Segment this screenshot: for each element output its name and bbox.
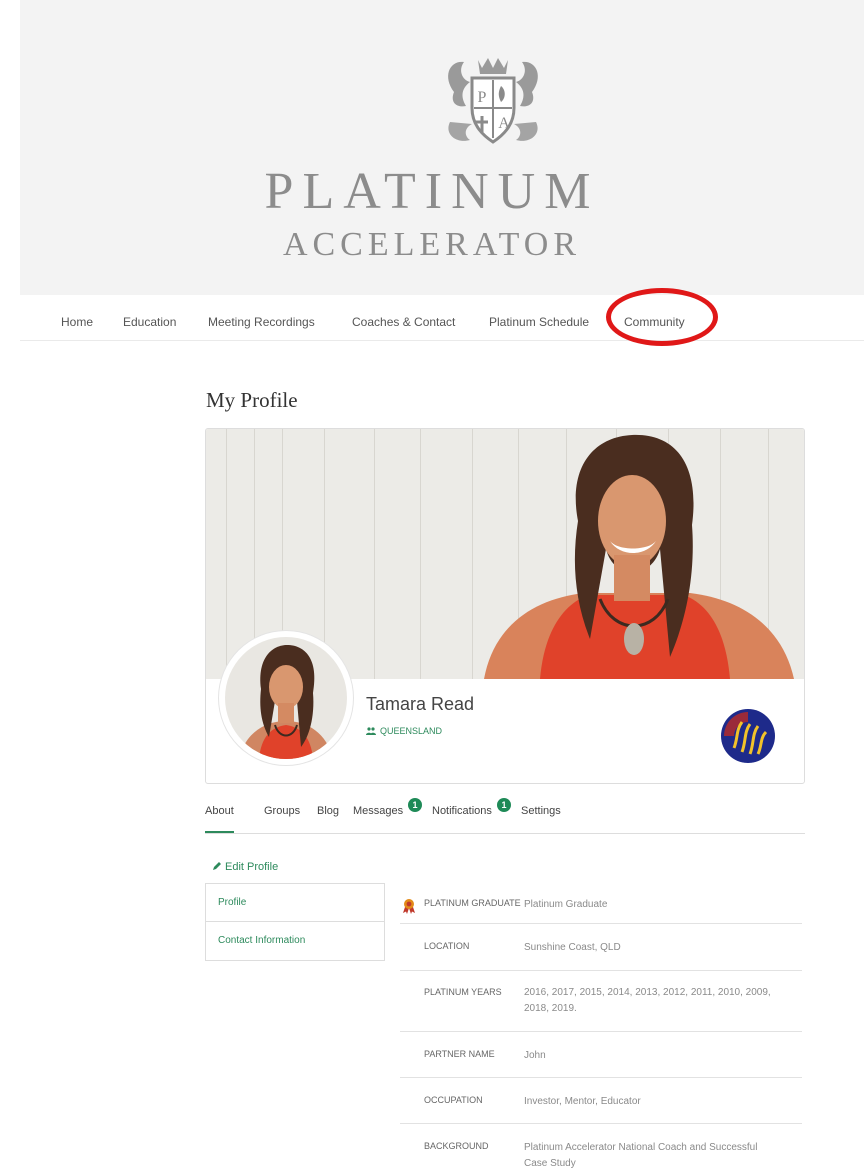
nav-platinum-schedule[interactable]: Platinum Schedule [489,315,589,329]
field-label: PARTNER NAME [424,1049,495,1059]
edit-profile-label: Edit Profile [225,861,279,873]
field-value: 2016, 2017, 2015, 2014, 2013, 2012, 2011… [524,987,771,1014]
side-item-contact-information[interactable]: Contact Information [206,922,384,960]
field-value: Platinum Graduate [524,899,608,910]
avatar[interactable] [219,631,353,765]
users-icon [366,727,376,735]
field-label: BACKGROUND [424,1141,489,1151]
field-label: PLATINUM YEARS [424,987,502,997]
table-row: LOCATION Sunshine Coast, QLD [400,924,802,971]
tab-settings[interactable]: Settings [521,805,561,817]
table-row: PARTNER NAME John [400,1032,802,1078]
table-row: OCCUPATION Investor, Mentor, Educator [400,1078,802,1124]
nav-community[interactable]: Community [624,315,685,329]
field-value: Platinum Accelerator National Coach and … [524,1142,758,1169]
cover-person-image [484,434,794,679]
table-row: PLATINUM GRADUATE Platinum Graduate [400,884,802,924]
nav-education[interactable]: Education [123,315,176,329]
field-value: Sunshine Coast, QLD [524,942,621,953]
profile-group-label: QUEENSLAND [380,726,443,736]
main-nav: Home Education Meeting Recordings Coache… [20,295,864,341]
field-value: Investor, Mentor, Educator [524,1096,641,1107]
svg-text:P: P [478,89,487,106]
tab-notifications[interactable]: Notifications [432,805,492,817]
edit-profile-link[interactable]: Edit Profile [212,861,278,873]
brand-title: PLATINUM [264,163,600,220]
notifications-count-badge: 1 [497,798,511,812]
tab-groups[interactable]: Groups [264,805,300,817]
table-row: PLATINUM YEARS 2016, 2017, 2015, 2014, 2… [400,971,802,1032]
side-item-profile[interactable]: Profile [206,884,384,922]
community-badge-icon [721,709,775,763]
messages-count-badge: 1 [408,798,422,812]
field-label: PLATINUM GRADUATE [424,898,521,908]
profile-group[interactable]: QUEENSLAND [366,726,442,736]
tab-blog[interactable]: Blog [317,805,339,817]
pencil-icon [213,862,221,870]
nav-home[interactable]: Home [61,315,93,329]
page-title: My Profile [206,388,298,412]
field-label: LOCATION [424,941,470,951]
svg-text:A: A [498,115,510,132]
nav-meeting-recordings[interactable]: Meeting Recordings [208,315,315,329]
field-label: OCCUPATION [424,1095,483,1105]
profile-name: Tamara Read [366,694,475,714]
crest-icon: P A [448,58,538,144]
profile-side-menu: Profile Contact Information [205,883,385,961]
award-ribbon-icon [403,899,415,914]
field-value: John [524,1050,546,1061]
brand-subtitle: ACCELERATOR [282,226,582,263]
nav-coaches-contact[interactable]: Coaches & Contact [352,315,455,329]
profile-tabs: About Groups Blog Messages 1 Notificatio… [205,795,805,834]
tab-about[interactable]: About [205,805,234,833]
table-row: BACKGROUND Platinum Accelerator National… [400,1124,802,1169]
tab-messages[interactable]: Messages [353,805,403,817]
